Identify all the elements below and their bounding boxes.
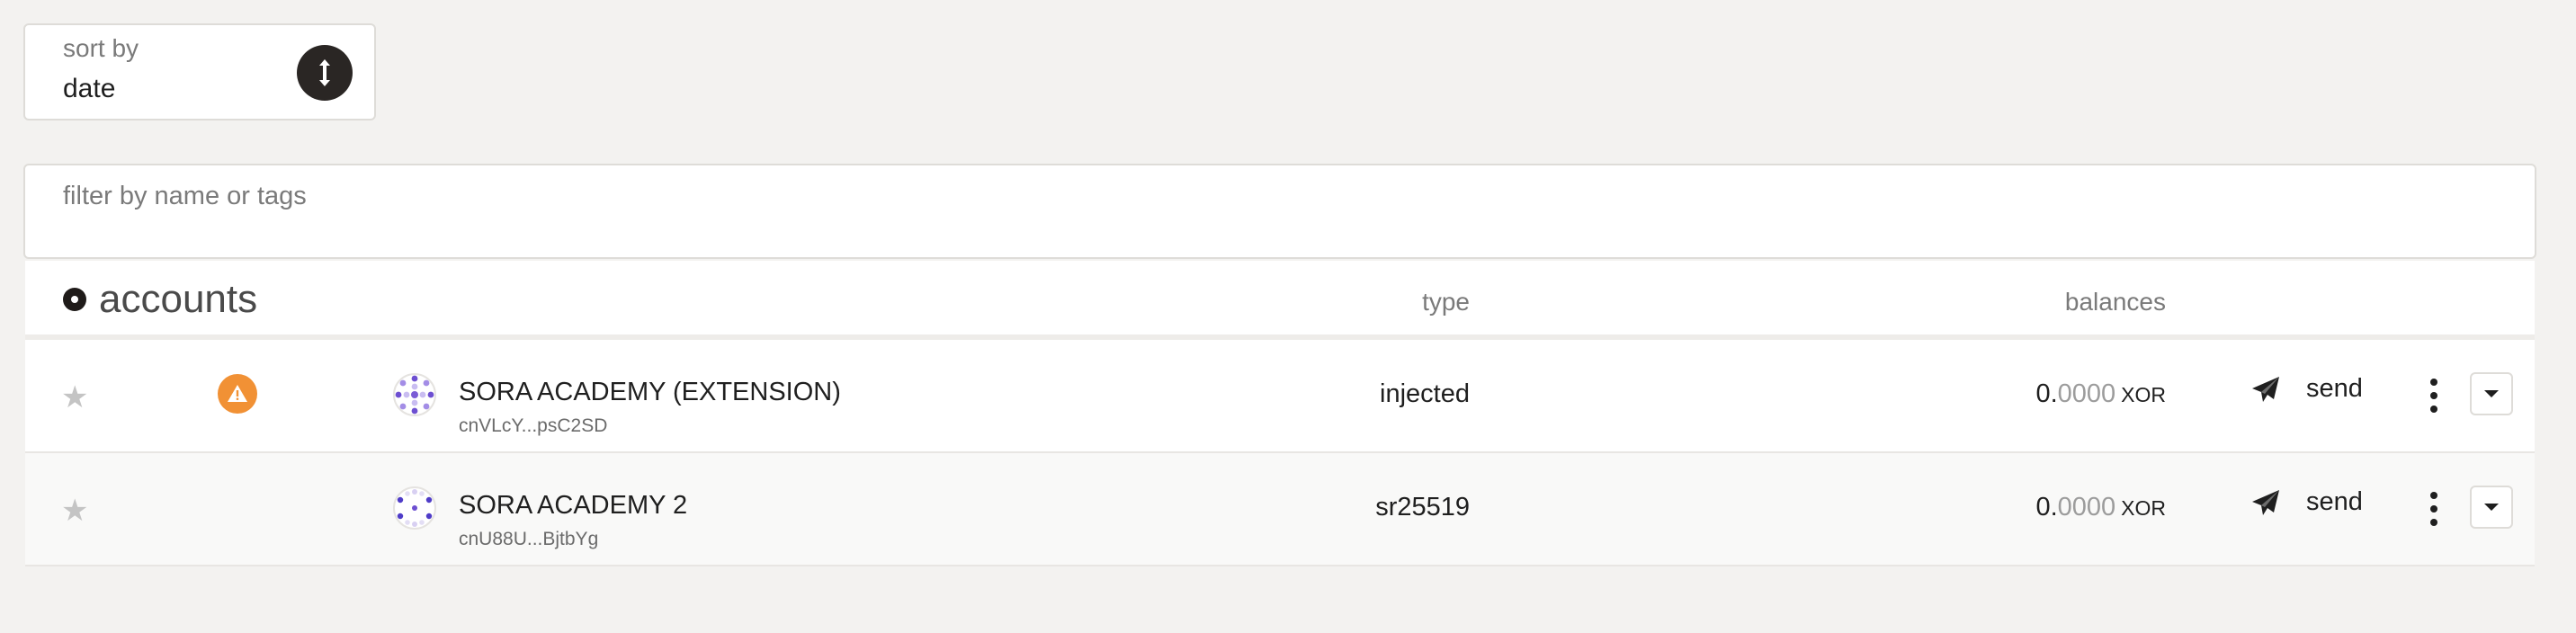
favorite-star-icon[interactable]: ★ xyxy=(61,493,88,529)
sort-direction-button[interactable] xyxy=(297,45,353,101)
sort-vertical-arrows-icon xyxy=(319,59,330,86)
record-dot-icon xyxy=(63,288,86,311)
balance-decimals: 0000 xyxy=(2057,379,2116,408)
account-type: injected xyxy=(1380,379,1470,408)
filter-field[interactable] xyxy=(23,164,2536,259)
sort-label: sort by xyxy=(63,34,139,62)
send-button[interactable]: send xyxy=(2250,487,2363,517)
caret-down-icon xyxy=(2484,504,2499,511)
balance-unit: XOR xyxy=(2121,383,2166,406)
column-header-balances: balances xyxy=(2064,288,2166,316)
table-header: accounts type balances xyxy=(25,261,2535,340)
accounts-heading: accounts xyxy=(99,277,258,321)
identicon-avatar[interactable] xyxy=(392,486,437,530)
kebab-menu-icon[interactable] xyxy=(2425,489,2443,529)
identicon-avatar[interactable] xyxy=(392,372,437,417)
sort-dropdown[interactable]: sort by date xyxy=(23,23,376,120)
filter-input[interactable] xyxy=(63,176,1142,216)
send-label: send xyxy=(2306,374,2363,403)
paper-plane-icon xyxy=(2252,376,2279,402)
accounts-title: accounts xyxy=(63,277,257,322)
account-address[interactable]: cnVLcY...psC2SD xyxy=(459,415,607,437)
balance-decimals: 0000 xyxy=(2057,493,2116,522)
account-balance: 0.0000 XOR xyxy=(2035,379,2166,409)
kebab-menu-icon[interactable] xyxy=(2425,376,2443,415)
caret-down-icon xyxy=(2484,390,2499,397)
account-balance: 0.0000 XOR xyxy=(2035,493,2166,522)
account-name: SORA ACADEMY (EXTENSION) xyxy=(459,378,841,406)
balance-unit: XOR xyxy=(2121,496,2166,520)
paper-plane-icon xyxy=(2252,489,2279,515)
send-button[interactable]: send xyxy=(2250,374,2363,404)
account-name: SORA ACADEMY 2 xyxy=(459,491,688,520)
accounts-table: accounts type balances ★ SORA ACADEMY (E… xyxy=(25,261,2535,566)
table-row: ★ SORA ACADEMY (EXTENSION) cnVLcY...psC2… xyxy=(25,340,2535,453)
column-header-type: type xyxy=(1422,288,1470,316)
account-address[interactable]: cnU88U...BjtbYg xyxy=(459,529,598,550)
table-row: ★ SORA ACADEMY 2 cnU88U...BjtbYg sr25519… xyxy=(25,453,2535,566)
warning-badge xyxy=(218,374,257,414)
favorite-star-icon[interactable]: ★ xyxy=(61,379,88,415)
account-type: sr25519 xyxy=(1375,493,1470,522)
sort-value[interactable]: date xyxy=(63,74,115,104)
expand-row-button[interactable] xyxy=(2470,372,2513,415)
warning-triangle-icon xyxy=(228,385,247,402)
expand-row-button[interactable] xyxy=(2470,486,2513,529)
balance-integer: 0. xyxy=(2035,379,2058,408)
send-label: send xyxy=(2306,487,2363,516)
balance-integer: 0. xyxy=(2035,493,2058,522)
